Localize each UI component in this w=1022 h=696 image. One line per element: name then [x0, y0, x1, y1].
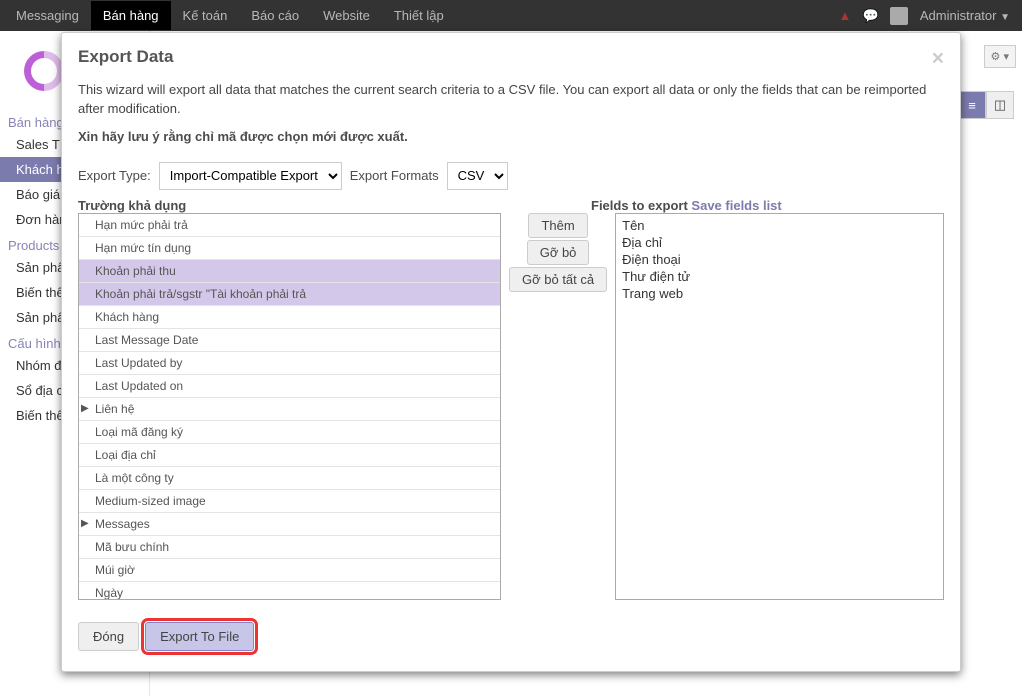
available-field-row[interactable]: Hạn mức tín dụng [79, 237, 500, 260]
field-label: Medium-sized image [95, 494, 206, 508]
available-field-row[interactable]: Mã bưu chính [79, 536, 500, 559]
export-formats-select[interactable]: CSV [447, 162, 508, 190]
expand-icon[interactable]: ▶ [81, 518, 89, 529]
fields-to-export-header: Fields to export Save fields list [591, 198, 782, 213]
available-field-row[interactable]: Hạn mức phải trả [79, 214, 500, 237]
available-field-row[interactable]: Múi giờ [79, 559, 500, 582]
field-label: Last Updated on [95, 379, 183, 393]
field-label: Messages [95, 517, 150, 531]
available-field-row[interactable]: Khoản phải trả/sgstr "Tài khoản phải trả [79, 283, 500, 306]
modal-backdrop: Export Data × This wizard will export al… [0, 0, 1022, 696]
available-field-row[interactable]: Medium-sized image [79, 490, 500, 513]
close-button[interactable]: Đóng [78, 622, 139, 651]
export-type-label: Export Type: [78, 168, 151, 183]
close-icon[interactable]: × [932, 47, 944, 71]
field-label: Loại mã đăng ký [95, 425, 183, 439]
available-field-row[interactable]: Khách hàng [79, 306, 500, 329]
save-fields-link[interactable]: Save fields list [691, 198, 781, 213]
field-label: Mã bưu chính [95, 540, 169, 554]
available-field-row[interactable]: Loại mã đăng ký [79, 421, 500, 444]
field-label: Liên hệ [95, 402, 134, 416]
available-field-row[interactable]: Khoản phải thu [79, 260, 500, 283]
remove-all-button[interactable]: Gỡ bỏ tất cả [509, 267, 607, 292]
available-field-row[interactable]: ▶ Messages [79, 513, 500, 536]
field-label: Loại địa chỉ [95, 448, 156, 462]
available-fields-header: Trường khả dụng [78, 198, 501, 213]
available-field-row[interactable]: Last Message Date [79, 329, 500, 352]
field-label: Hạn mức phải trả [95, 218, 188, 232]
selected-field-row[interactable]: Tên [622, 217, 937, 234]
selected-field-row[interactable]: Địa chỉ [622, 234, 937, 251]
selected-field-row[interactable]: Điện thoại [622, 251, 937, 268]
available-field-row[interactable]: Ngày [79, 582, 500, 600]
export-to-file-button[interactable]: Export To File [145, 622, 254, 651]
selected-field-row[interactable]: Trang web [622, 285, 937, 302]
modal-warning: Xin hãy lưu ý rằng chỉ mã được chọn mới … [78, 129, 944, 144]
selected-fields-list[interactable]: TênĐịa chỉĐiện thoạiThư điện tửTrang web [615, 213, 944, 600]
field-label: Khách hàng [95, 310, 159, 324]
export-modal: Export Data × This wizard will export al… [61, 32, 961, 672]
field-label: Khoản phải thu [95, 264, 176, 278]
available-fields-list[interactable]: Hạn mức phải trả Hạn mức tín dụng Khoản ph… [78, 213, 501, 600]
field-label: Ngày [95, 586, 123, 600]
available-field-row[interactable]: ▶ Liên hệ [79, 398, 500, 421]
available-field-row[interactable]: Last Updated on [79, 375, 500, 398]
field-label: Hạn mức tín dụng [95, 241, 191, 255]
modal-description: This wizard will export all data that ma… [78, 81, 944, 119]
export-formats-label: Export Formats [350, 168, 439, 183]
selected-field-row[interactable]: Thư điện tử [622, 268, 937, 285]
available-field-row[interactable]: Là một công ty [79, 467, 500, 490]
field-label: Múi giờ [95, 563, 135, 577]
available-field-row[interactable]: Loại địa chỉ [79, 444, 500, 467]
remove-button[interactable]: Gỡ bỏ [527, 240, 590, 265]
export-options-row: Export Type: Import-Compatible Export Ex… [78, 162, 944, 190]
field-label: Last Updated by [95, 356, 182, 370]
add-button[interactable]: Thêm [528, 213, 587, 238]
field-label: Khoản phải trả/sgstr "Tài khoản phải trả [95, 287, 306, 301]
available-field-row[interactable]: Last Updated by [79, 352, 500, 375]
field-label: Last Message Date [95, 333, 198, 347]
modal-title: Export Data [78, 47, 173, 67]
expand-icon[interactable]: ▶ [81, 403, 89, 414]
export-type-select[interactable]: Import-Compatible Export [159, 162, 342, 190]
field-label: Là một công ty [95, 471, 174, 485]
